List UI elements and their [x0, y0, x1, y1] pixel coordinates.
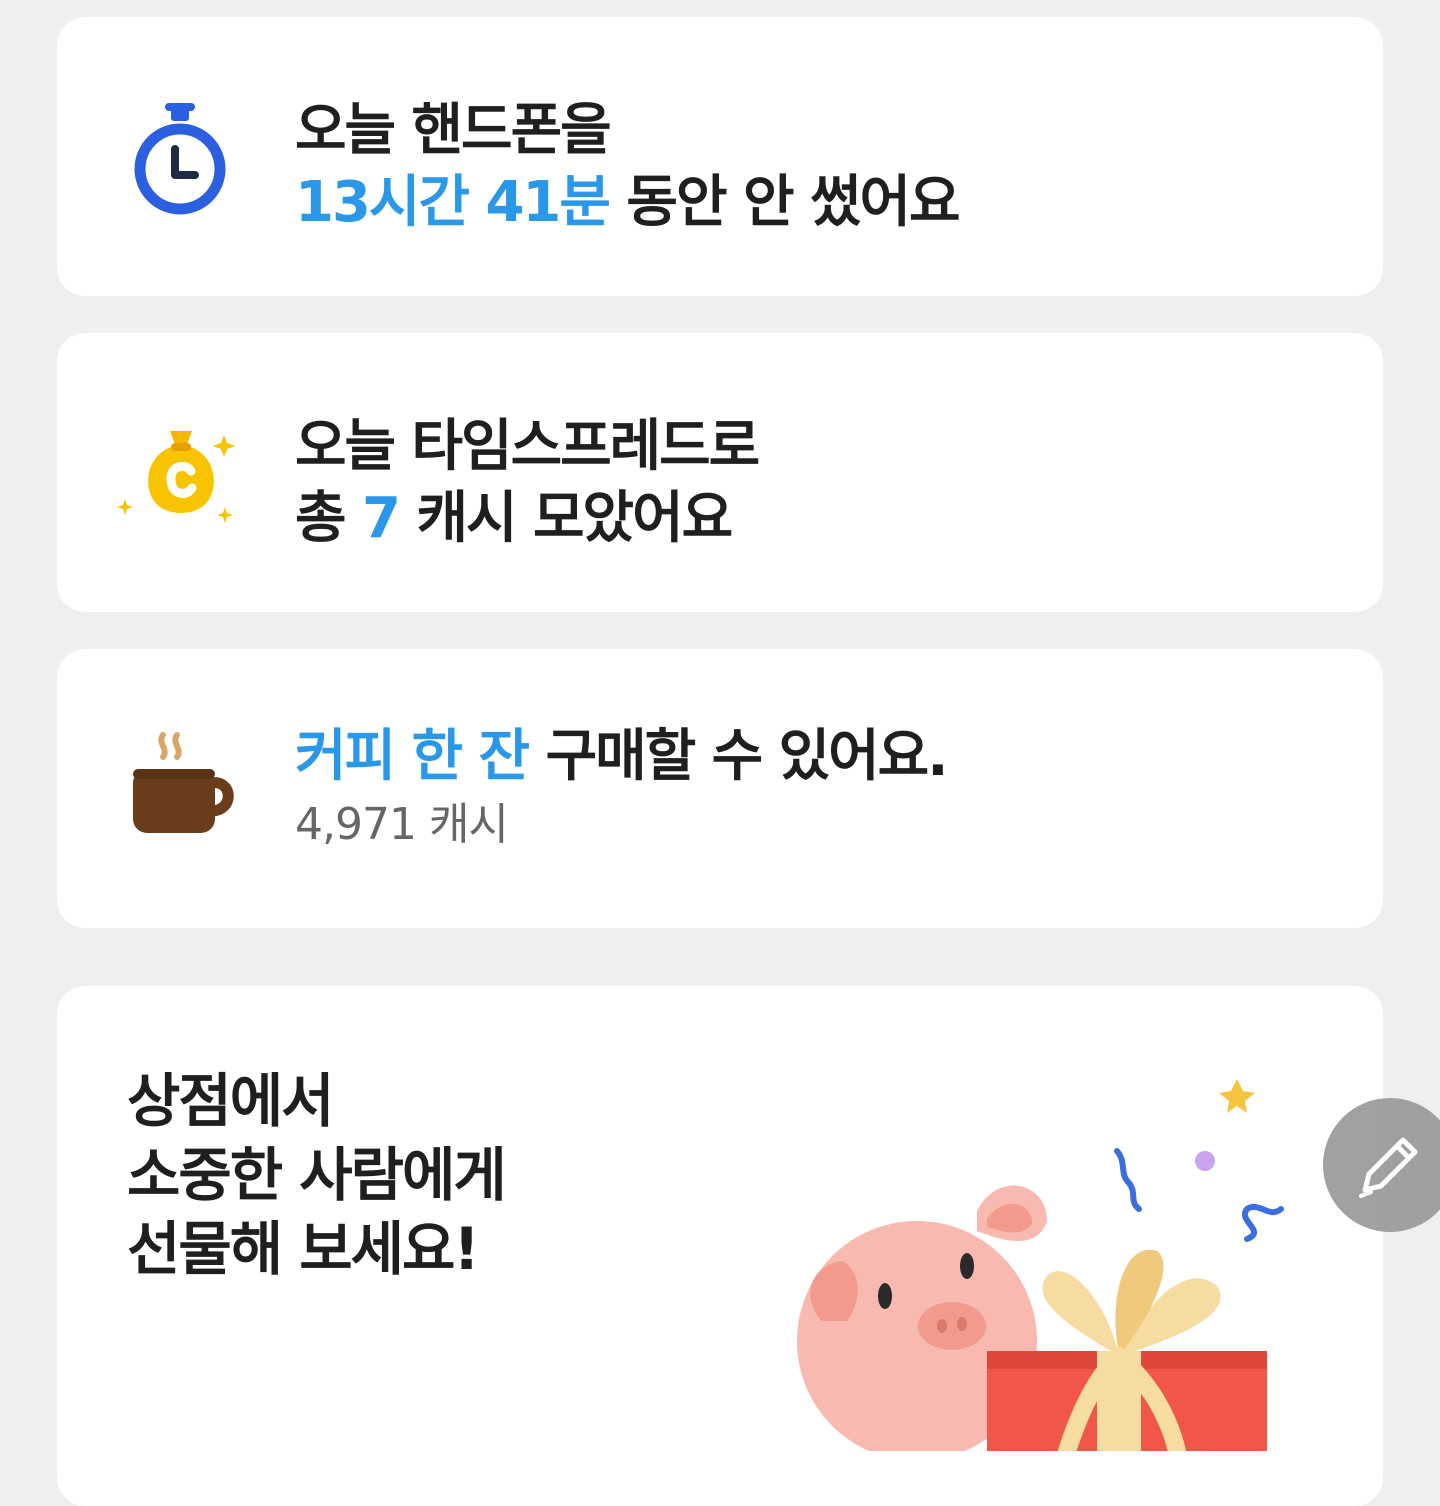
pencil-icon: [1359, 1137, 1418, 1198]
clock-icon: [115, 97, 245, 227]
gift-bow: [1042, 1271, 1119, 1356]
usage-line-2: 13시간 41분 동안 안 썼어요: [295, 167, 961, 239]
shop-line-1: 상점에서: [127, 1067, 334, 1135]
coffee-message: 커피 한 잔 구매할 수 있어요. 4,971 캐시: [295, 721, 949, 857]
coffee-line-1: 커피 한 잔 구매할 수 있어요.: [295, 721, 949, 793]
confetti-dot: [1195, 1151, 1215, 1171]
confetti-streamer: [1242, 1204, 1284, 1242]
pig-eye: [960, 1253, 974, 1279]
shop-promo-text: 상점에서 소중한 사람에게 선물해 보세요!: [127, 1064, 507, 1286]
usage-line-1: 오늘 핸드폰을: [295, 98, 612, 163]
usage-line-2-rest: 동안 안 썼어요: [608, 170, 960, 235]
usage-message: 오늘 핸드폰을 13시간 41분 동안 안 썼어요: [295, 95, 961, 239]
coffee-card: 커피 한 잔 구매할 수 있어요. 4,971 캐시: [57, 649, 1383, 928]
pig-snout: [918, 1302, 986, 1350]
pig-eye: [878, 1283, 892, 1309]
confetti-streamer: [1114, 1148, 1142, 1212]
shop-line-3: 선물해 보세요!: [127, 1215, 480, 1283]
usage-duration: 13시간 41분: [295, 170, 611, 235]
shop-promo-card[interactable]: 상점에서 소중한 사람에게 선물해 보세요!: [57, 986, 1383, 1506]
pig-with-gift-illustration: [747, 1071, 1287, 1461]
confetti-star: [1219, 1079, 1255, 1113]
cash-line-2: 총 7 캐시 모았어요: [295, 483, 758, 555]
usage-card: 오늘 핸드폰을 13시간 41분 동안 안 썼어요: [57, 17, 1383, 296]
cash-card: 오늘 타임스프레드로 총 7 캐시 모았어요: [57, 333, 1383, 612]
coffee-cup-icon: [115, 729, 245, 859]
coffee-price: 4,971 캐시: [295, 799, 509, 850]
coffee-line-1-rest: 구매할 수 있어요.: [528, 724, 949, 789]
cash-line-2-prefix: 총: [295, 486, 363, 551]
cash-line-1: 오늘 타임스프레드로: [295, 414, 760, 479]
cash-amount: 7: [362, 486, 401, 551]
money-bag-icon: [115, 413, 245, 543]
cash-line-2-rest: 캐시 모았어요: [399, 486, 733, 551]
cash-message: 오늘 타임스프레드로 총 7 캐시 모았어요: [295, 411, 760, 555]
pig-ear: [810, 1261, 858, 1321]
coffee-highlight: 커피 한 잔: [295, 724, 530, 789]
shop-line-2: 소중한 사람에게: [127, 1141, 507, 1209]
